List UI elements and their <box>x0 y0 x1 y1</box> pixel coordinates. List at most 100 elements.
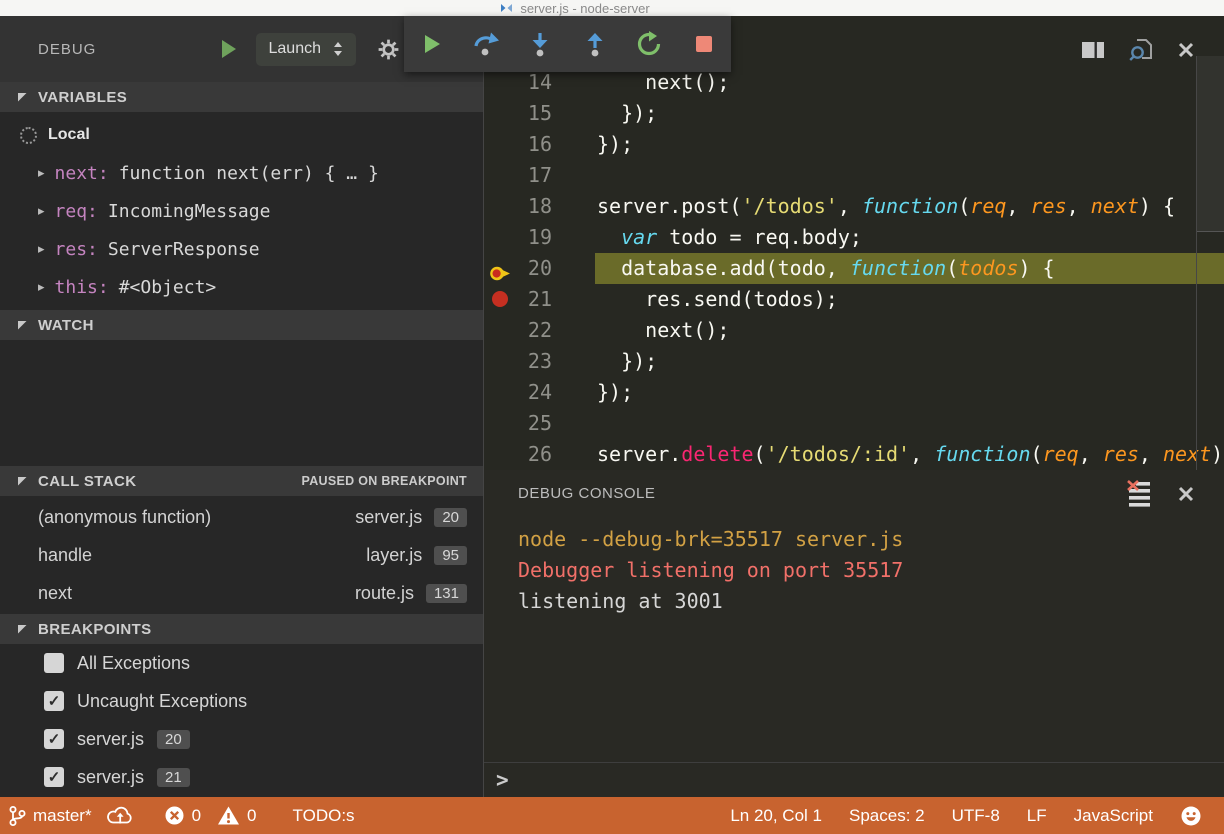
debug-panel-title: DEBUG <box>38 41 96 58</box>
code-line[interactable]: 18server.post('/todos', function(req, re… <box>484 191 1224 222</box>
clear-console-icon[interactable] <box>1126 480 1152 507</box>
debug-console-input[interactable] <box>519 769 1224 792</box>
breakpoint-row[interactable]: server.js20 <box>0 720 483 758</box>
breakpoint-icon[interactable] <box>492 291 508 307</box>
call-stack-frame[interactable]: handlelayer.js95 <box>0 536 483 574</box>
start-debug-icon[interactable] <box>222 40 236 58</box>
code-area[interactable]: 14 next();15 });16});1718server.post('/t… <box>484 67 1224 470</box>
frame-line-badge: 95 <box>434 546 467 565</box>
code-line[interactable]: 21 res.send(todos); <box>484 284 1224 315</box>
scope-label: Local <box>48 126 90 144</box>
code-line[interactable]: 16}); <box>484 129 1224 160</box>
debug-status-badge: PAUSED ON BREAKPOINT <box>301 474 467 488</box>
window-title: server.js - node-server <box>520 1 649 16</box>
code-line[interactable]: 25 <box>484 408 1224 439</box>
watch-section-header[interactable]: WATCH <box>0 310 483 340</box>
step-out-icon[interactable] <box>578 27 612 61</box>
breakpoint-checkbox[interactable] <box>44 653 64 673</box>
vertical-scrollbar[interactable] <box>1197 56 1224 232</box>
expand-twisty-icon[interactable]: ▸ <box>38 242 45 257</box>
watch-section-title: WATCH <box>38 317 94 334</box>
cursor-position-item[interactable]: Ln 20, Col 1 <box>730 806 822 826</box>
code-editor[interactable]: 14 next();15 });16});1718server.post('/t… <box>484 16 1224 470</box>
code-line[interactable]: 22 next(); <box>484 315 1224 346</box>
encoding-item[interactable]: UTF-8 <box>952 806 1000 826</box>
close-icon[interactable] <box>1176 40 1196 60</box>
sync-item[interactable] <box>106 805 134 827</box>
variable-value: #<Object> <box>119 277 217 298</box>
branch-name: master* <box>33 806 92 826</box>
code-line[interactable]: 15 }); <box>484 98 1224 129</box>
errors-item[interactable]: 0 <box>164 805 201 826</box>
open-preview-icon[interactable] <box>1128 38 1154 62</box>
code-text: database.add(todo, function(todos) { <box>597 253 1055 284</box>
expand-twisty-icon[interactable]: ▸ <box>38 166 45 181</box>
variable-row[interactable]: ▸next:function next(err) { … } <box>0 154 483 192</box>
line-number: 19 <box>508 222 552 253</box>
console-output-line: Debugger listening on port 35517 <box>518 555 1214 586</box>
breakpoint-row[interactable]: server.js21 <box>0 758 483 796</box>
call-stack-section-header[interactable]: CALL STACK PAUSED ON BREAKPOINT <box>0 466 483 496</box>
code-text: server.post('/todos', function(req, res,… <box>597 191 1175 222</box>
call-stack-frame[interactable]: nextroute.js131 <box>0 574 483 612</box>
frame-file: route.js <box>355 583 414 604</box>
code-line[interactable]: 17 <box>484 160 1224 191</box>
step-over-icon[interactable] <box>469 27 503 61</box>
collapse-triangle-icon <box>18 93 27 102</box>
call-stack-frame[interactable]: (anonymous function)server.js20 <box>0 498 483 536</box>
code-text: res.send(todos); <box>597 284 838 315</box>
breakpoints-section-title: BREAKPOINTS <box>38 621 152 638</box>
git-branch-item[interactable]: master* <box>8 805 92 827</box>
eol-item[interactable]: LF <box>1027 806 1047 826</box>
debug-toolbar <box>404 16 731 72</box>
code-line[interactable]: 24}); <box>484 377 1224 408</box>
breakpoint-checkbox[interactable] <box>44 767 64 787</box>
expand-twisty-icon[interactable]: ▸ <box>38 204 45 219</box>
variables-section-header[interactable]: VARIABLES <box>0 82 483 112</box>
breakpoint-checkbox[interactable] <box>44 691 64 711</box>
breakpoint-checkbox[interactable] <box>44 729 64 749</box>
close-icon[interactable] <box>1176 484 1196 504</box>
language-mode-item[interactable]: JavaScript <box>1074 806 1153 826</box>
step-into-icon[interactable] <box>523 27 557 61</box>
vscode-window: server.js - node-server DEBUG Launch VAR… <box>0 0 1224 834</box>
launch-config-select[interactable]: Launch <box>256 33 357 66</box>
restart-icon[interactable] <box>632 27 666 61</box>
todo-item[interactable]: TODO:s <box>293 806 355 826</box>
console-output: node --debug-brk=35517 server.jsDebugger… <box>518 524 1214 617</box>
breakpoint-label: server.js <box>77 767 144 788</box>
code-text: server.delete('/todos/:id', function(req… <box>597 439 1224 470</box>
frame-line-badge: 20 <box>434 508 467 527</box>
warnings-item[interactable]: 0 <box>217 805 256 826</box>
code-line[interactable]: 23 }); <box>484 346 1224 377</box>
line-number: 20 <box>508 253 552 284</box>
variable-row[interactable]: ▸res:ServerResponse <box>0 230 483 268</box>
loading-spinner-icon <box>20 127 37 144</box>
console-input-row[interactable]: > <box>484 762 1224 797</box>
collapse-triangle-icon <box>18 321 27 330</box>
breakpoint-row[interactable]: All Exceptions <box>0 644 483 682</box>
code-line[interactable]: 26server.delete('/todos/:id', function(r… <box>484 439 1224 470</box>
code-line[interactable]: 20 database.add(todo, function(todos) { <box>484 253 1224 284</box>
feedback-item[interactable] <box>1180 805 1202 827</box>
continue-icon[interactable] <box>414 27 448 61</box>
language-mode: JavaScript <box>1074 806 1153 826</box>
git-branch-icon <box>8 805 26 827</box>
breakpoints-section-header[interactable]: BREAKPOINTS <box>0 614 483 644</box>
variable-row[interactable]: ▸this:#<Object> <box>0 268 483 306</box>
select-arrows-icon <box>333 41 343 57</box>
breakpoint-row[interactable]: Uncaught Exceptions <box>0 682 483 720</box>
expand-twisty-icon[interactable]: ▸ <box>38 280 45 295</box>
line-number: 15 <box>508 98 552 129</box>
warnings-count: 0 <box>247 806 256 826</box>
split-editor-icon[interactable] <box>1080 39 1106 61</box>
frame-name: handle <box>38 545 366 566</box>
eol: LF <box>1027 806 1047 826</box>
scope-row-local[interactable]: Local <box>0 116 483 154</box>
editor-actions <box>1080 38 1196 62</box>
stop-icon[interactable] <box>687 27 721 61</box>
code-line[interactable]: 19 var todo = req.body; <box>484 222 1224 253</box>
configure-gear-icon[interactable] <box>376 37 401 62</box>
variable-row[interactable]: ▸req:IncomingMessage <box>0 192 483 230</box>
indentation-item[interactable]: Spaces: 2 <box>849 806 925 826</box>
